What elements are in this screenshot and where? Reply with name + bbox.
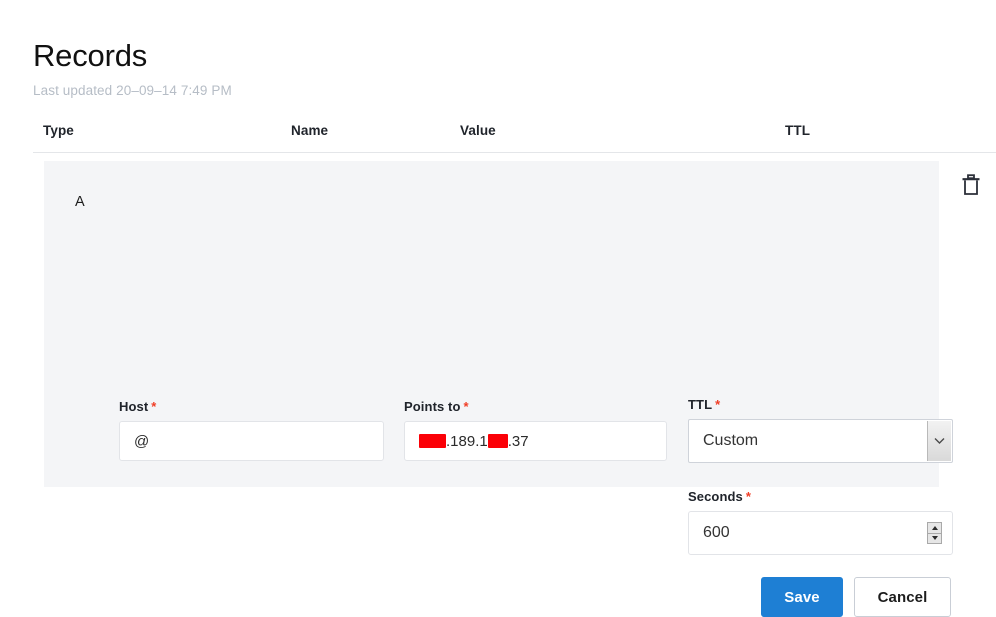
column-header-type: Type bbox=[43, 123, 74, 138]
field-seconds: Seconds * 600 bbox=[688, 489, 953, 555]
trash-icon bbox=[961, 173, 981, 199]
redaction-block-first-octet bbox=[419, 434, 446, 448]
stepper-down-icon[interactable] bbox=[928, 534, 941, 544]
seconds-required-asterisk: * bbox=[745, 489, 752, 504]
chevron-down-icon[interactable] bbox=[927, 421, 951, 461]
ttl-required-asterisk: * bbox=[715, 397, 721, 412]
ttl-selected-value: Custom bbox=[703, 432, 759, 449]
delete-record-button[interactable] bbox=[958, 172, 984, 200]
seconds-value: 600 bbox=[703, 524, 730, 541]
page-title: Records bbox=[33, 37, 148, 73]
column-header-name: Name bbox=[291, 123, 329, 138]
host-label: Host * bbox=[119, 399, 384, 414]
ttl-label-text: TTL bbox=[688, 397, 713, 412]
host-input[interactable] bbox=[119, 421, 384, 461]
seconds-label-text: Seconds bbox=[688, 489, 743, 504]
save-button[interactable]: Save bbox=[761, 577, 843, 617]
redaction-block-third-octet bbox=[487, 434, 508, 448]
record-type-label: A bbox=[75, 194, 85, 210]
field-host: Host * bbox=[119, 399, 384, 461]
field-ttl: TTL * Custom bbox=[688, 397, 953, 463]
quantity-stepper[interactable] bbox=[927, 522, 942, 544]
last-updated-text: Last updated 20–09–14 7:49 PM bbox=[33, 83, 232, 98]
field-points-to: Points to * .189.1 .37 bbox=[404, 399, 667, 461]
ttl-label: TTL * bbox=[688, 397, 953, 412]
points-to-label: Points to * bbox=[404, 399, 667, 414]
column-header-ttl: TTL bbox=[785, 123, 811, 138]
seconds-input[interactable]: 600 bbox=[688, 511, 953, 555]
stepper-up-icon[interactable] bbox=[928, 523, 941, 534]
host-required-asterisk: * bbox=[151, 399, 157, 414]
column-header-value: Value bbox=[460, 123, 496, 138]
points-to-visible-part-1: .189.1 bbox=[446, 432, 488, 450]
records-table-header: Type Name Value TTL bbox=[33, 123, 996, 153]
points-to-required-asterisk: * bbox=[463, 399, 469, 414]
form-actions: Save Cancel bbox=[761, 577, 951, 617]
points-to-visible-part-2: .37 bbox=[507, 432, 529, 450]
seconds-label: Seconds * bbox=[688, 489, 953, 504]
ttl-select[interactable]: Custom bbox=[688, 419, 953, 463]
host-label-text: Host bbox=[119, 399, 149, 414]
points-to-input[interactable]: .189.1 .37 bbox=[404, 421, 667, 461]
cancel-button[interactable]: Cancel bbox=[854, 577, 951, 617]
points-to-label-text: Points to bbox=[404, 399, 461, 414]
record-edit-panel: A Host* Points to* .189.1.37 TTL* Custom bbox=[44, 161, 953, 617]
